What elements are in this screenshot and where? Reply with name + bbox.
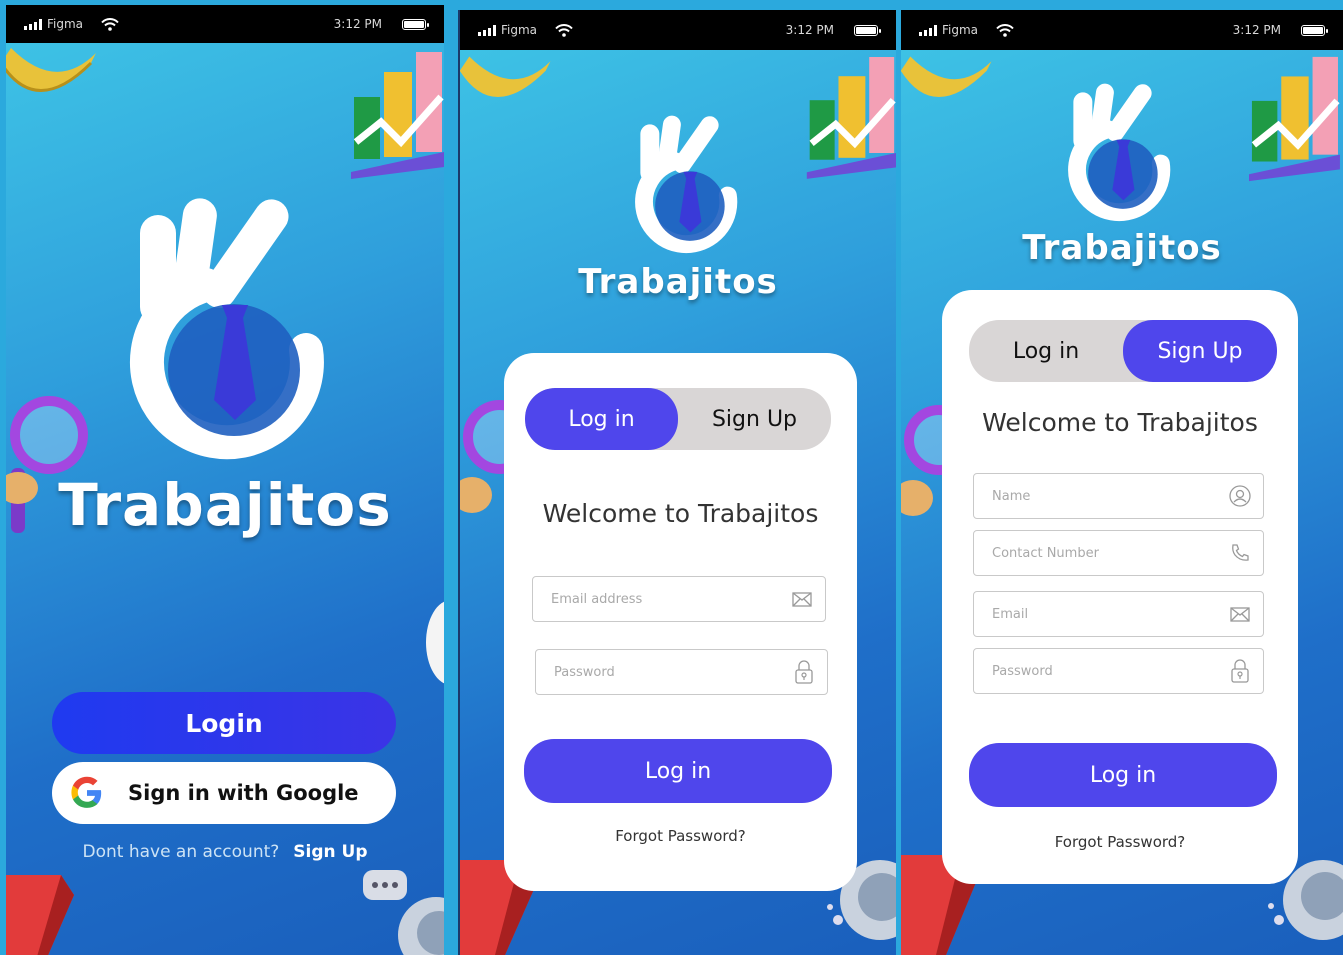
ok-hand-tie-logo (129, 198, 324, 460)
signal-icon (478, 24, 496, 36)
wifi-icon (555, 23, 573, 37)
contact-field (973, 530, 1264, 576)
auth-tabs: Log in Sign Up (969, 320, 1277, 382)
battery-icon (854, 24, 881, 36)
welcome-heading: Welcome to Trabajitos (542, 499, 819, 528)
ok-hand-tie-logo (1068, 83, 1171, 221)
signup-screen: Figma 3:12 PM Trabajitos Log in Sign Up … (901, 10, 1343, 955)
lock-icon (793, 660, 815, 684)
welcome-heading: Welcome to Trabajitos (982, 408, 1258, 437)
battery-icon (1301, 24, 1328, 36)
login-submit-button[interactable]: Log in (524, 739, 832, 803)
contact-input[interactable] (992, 545, 1229, 561)
name-input[interactable] (992, 488, 1229, 504)
status-bar: Figma 3:12 PM (901, 10, 1343, 50)
phone-icon (1229, 542, 1251, 564)
tab-login[interactable]: Log in (969, 320, 1123, 382)
password-input[interactable] (554, 664, 793, 680)
clock: 3:12 PM (1232, 23, 1281, 37)
battery-icon (402, 18, 429, 30)
email-input[interactable] (551, 591, 791, 607)
mail-icon (1229, 603, 1251, 625)
carrier-label: Figma (501, 23, 538, 37)
password-input[interactable] (992, 663, 1229, 679)
email-input[interactable] (992, 606, 1229, 622)
user-icon (1229, 485, 1251, 507)
name-field (973, 473, 1264, 519)
password-field (535, 649, 828, 695)
carrier-label: Figma (942, 23, 979, 37)
status-bar: Figma 3:12 PM (6, 5, 444, 43)
ok-hand-tie-logo (635, 115, 738, 253)
forgot-password-link[interactable]: Forgot Password? (504, 827, 857, 845)
banana-decoration (901, 56, 992, 97)
login-submit-button[interactable]: Log in (969, 743, 1277, 807)
tab-login[interactable]: Log in (525, 388, 678, 450)
magnifier-decoration (901, 405, 946, 516)
google-icon (70, 776, 104, 810)
splash-screen: Figma 3:12 PM Trabajitos Login Sign in w… (6, 5, 444, 955)
status-bar: Figma 3:12 PM (460, 10, 896, 50)
login-screen: Figma 3:12 PM Trabajitos Log in Sign Up … (458, 10, 896, 955)
google-signin-button[interactable]: Sign in with Google (52, 762, 396, 824)
wifi-icon (101, 17, 119, 31)
password-field (973, 648, 1264, 694)
signal-icon (24, 18, 42, 30)
signup-prompt: Dont have an account? Sign Up (6, 842, 444, 862)
auth-tabs: Log in Sign Up (525, 388, 831, 450)
brand-title: Trabajitos (1022, 228, 1222, 268)
mail-icon (791, 588, 813, 610)
google-signin-label: Sign in with Google (128, 781, 359, 805)
brand-title: Trabajitos (58, 471, 392, 539)
brand-title: Trabajitos (578, 262, 778, 302)
signup-card: Log in Sign Up Welcome to Trabajitos Log… (942, 290, 1298, 884)
lock-icon (1229, 659, 1251, 683)
bar-chart-decoration (806, 57, 896, 179)
clock: 3:12 PM (333, 17, 382, 31)
circle-decoration (426, 600, 444, 685)
login-button[interactable]: Login (52, 692, 396, 754)
tab-signup[interactable]: Sign Up (678, 388, 831, 450)
chat-robot-decoration (363, 870, 444, 955)
login-card: Log in Sign Up Welcome to Trabajitos Log… (504, 353, 857, 891)
email-field (973, 591, 1264, 637)
tab-signup[interactable]: Sign Up (1123, 320, 1277, 382)
bar-chart-decoration (1249, 56, 1340, 182)
signup-link[interactable]: Sign Up (293, 842, 367, 862)
email-field (532, 576, 826, 622)
banana-decoration (6, 48, 96, 92)
signup-prompt-text: Dont have an account? (82, 842, 280, 862)
bar-chart-decoration (351, 52, 444, 179)
signal-icon (919, 24, 937, 36)
clock: 3:12 PM (785, 23, 834, 37)
red-block-decoration (6, 875, 74, 955)
banana-decoration (460, 56, 551, 97)
wifi-icon (996, 23, 1014, 37)
forgot-password-link[interactable]: Forgot Password? (942, 833, 1298, 851)
carrier-label: Figma (47, 17, 84, 31)
